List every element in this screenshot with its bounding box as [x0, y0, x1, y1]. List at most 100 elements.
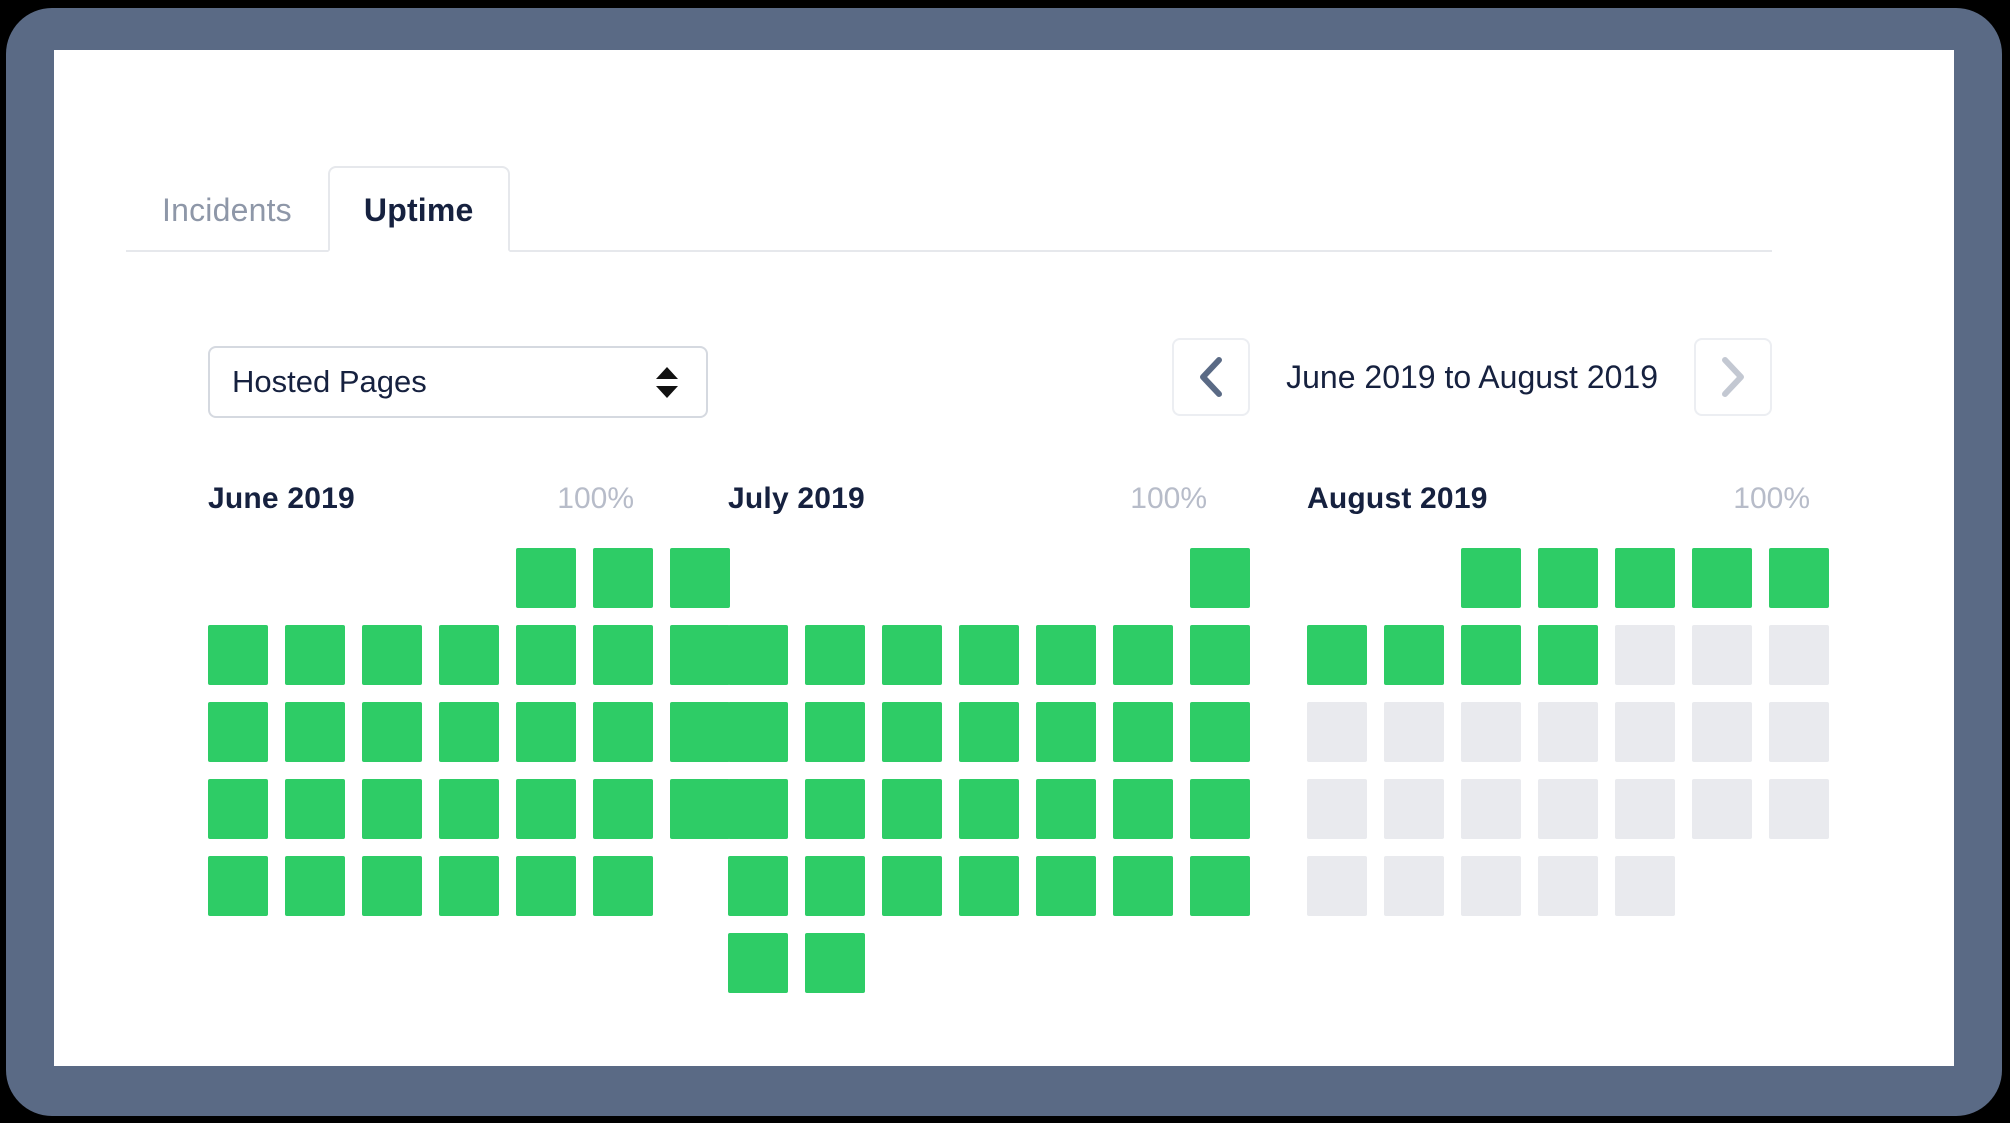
day-cell-up[interactable] — [1615, 548, 1675, 608]
day-cell-up[interactable] — [728, 856, 788, 916]
day-cell-up[interactable] — [805, 856, 865, 916]
day-cell-up[interactable] — [1692, 548, 1752, 608]
day-cell-up[interactable] — [439, 702, 499, 762]
day-cell-up[interactable] — [805, 779, 865, 839]
day-cell-up[interactable] — [208, 625, 268, 685]
day-cell-up[interactable] — [1113, 625, 1173, 685]
day-cell-up[interactable] — [439, 625, 499, 685]
day-cell-up[interactable] — [1036, 702, 1096, 762]
day-cell-up[interactable] — [959, 856, 1019, 916]
day-cell-up[interactable] — [362, 625, 422, 685]
day-cell-up[interactable] — [593, 548, 653, 608]
day-cell-up[interactable] — [1036, 856, 1096, 916]
day-cell-up[interactable] — [1538, 548, 1598, 608]
day-cell-up[interactable] — [516, 779, 576, 839]
day-cell-up[interactable] — [1190, 548, 1250, 608]
day-cell-nodata[interactable] — [1769, 625, 1829, 685]
tab-incidents[interactable]: Incidents — [126, 166, 328, 250]
day-cell-up[interactable] — [728, 933, 788, 993]
day-cell-up[interactable] — [285, 856, 345, 916]
month-title: June 2019 — [208, 482, 355, 515]
day-cell-nodata[interactable] — [1538, 779, 1598, 839]
day-cell-nodata[interactable] — [1538, 702, 1598, 762]
day-cell-up[interactable] — [805, 933, 865, 993]
day-cell-up[interactable] — [285, 702, 345, 762]
day-cell-up[interactable] — [285, 779, 345, 839]
day-cell-nodata[interactable] — [1692, 702, 1752, 762]
day-cell-up[interactable] — [362, 779, 422, 839]
day-cell-up[interactable] — [882, 856, 942, 916]
day-cell-up[interactable] — [439, 856, 499, 916]
day-cell-up[interactable] — [1384, 625, 1444, 685]
month-column: June 2019 100% — [126, 482, 730, 993]
day-cell-nodata[interactable] — [1615, 625, 1675, 685]
tab-uptime[interactable]: Uptime — [327, 166, 510, 252]
day-cell-up[interactable] — [516, 625, 576, 685]
day-cell-nodata[interactable] — [1384, 779, 1444, 839]
day-cell-up[interactable] — [1538, 625, 1598, 685]
day-cell-up[interactable] — [959, 625, 1019, 685]
day-cell-up[interactable] — [516, 702, 576, 762]
day-cell-nodata[interactable] — [1307, 856, 1367, 916]
day-cell-up[interactable] — [1113, 856, 1173, 916]
day-cell-up[interactable] — [882, 779, 942, 839]
day-cell-up[interactable] — [1190, 625, 1250, 685]
prev-period-button[interactable] — [1172, 338, 1251, 416]
day-cell-up[interactable] — [362, 856, 422, 916]
day-cell-empty — [1113, 933, 1173, 993]
day-cell-up[interactable] — [728, 702, 788, 762]
day-cell-up[interactable] — [1190, 702, 1250, 762]
day-cell-up[interactable] — [1113, 702, 1173, 762]
device-bezel: Incidents Uptime Hosted Pages June 2019 … — [6, 8, 2002, 1116]
day-cell-up[interactable] — [593, 856, 653, 916]
day-cell-nodata[interactable] — [1307, 779, 1367, 839]
day-cell-up[interactable] — [728, 625, 788, 685]
day-cell-up[interactable] — [208, 702, 268, 762]
day-cell-up[interactable] — [285, 625, 345, 685]
day-cell-empty — [1113, 548, 1173, 608]
day-cell-up[interactable] — [208, 856, 268, 916]
day-cell-up[interactable] — [1769, 548, 1829, 608]
day-cell-up[interactable] — [362, 702, 422, 762]
triangle-up-icon — [656, 366, 678, 379]
day-cell-up[interactable] — [882, 625, 942, 685]
day-cell-up[interactable] — [1036, 779, 1096, 839]
day-cell-nodata[interactable] — [1538, 856, 1598, 916]
day-cell-up[interactable] — [959, 779, 1019, 839]
day-cell-nodata[interactable] — [1384, 702, 1444, 762]
day-cell-up[interactable] — [516, 856, 576, 916]
day-cell-up[interactable] — [593, 779, 653, 839]
day-cell-up[interactable] — [439, 779, 499, 839]
day-cell-up[interactable] — [1307, 625, 1367, 685]
day-cell-up[interactable] — [593, 625, 653, 685]
day-cell-up[interactable] — [1113, 779, 1173, 839]
day-cell-nodata[interactable] — [1615, 779, 1675, 839]
day-cell-nodata[interactable] — [1692, 625, 1752, 685]
day-cell-nodata[interactable] — [1769, 702, 1829, 762]
day-cell-nodata[interactable] — [1461, 702, 1521, 762]
day-cell-up[interactable] — [516, 548, 576, 608]
day-cell-up[interactable] — [593, 702, 653, 762]
day-cell-nodata[interactable] — [1307, 702, 1367, 762]
component-select[interactable]: Hosted Pages — [208, 346, 708, 418]
day-cell-up[interactable] — [1190, 856, 1250, 916]
day-cell-up[interactable] — [728, 779, 788, 839]
day-cell-up[interactable] — [1461, 548, 1521, 608]
day-cell-up[interactable] — [805, 702, 865, 762]
day-cell-nodata[interactable] — [1769, 779, 1829, 839]
day-cell-up[interactable] — [208, 779, 268, 839]
day-cell-nodata[interactable] — [1384, 856, 1444, 916]
day-cell-nodata[interactable] — [1461, 779, 1521, 839]
day-cell-up[interactable] — [1461, 625, 1521, 685]
day-cell-nodata[interactable] — [1615, 702, 1675, 762]
day-cell-up[interactable] — [805, 625, 865, 685]
day-cell-nodata[interactable] — [1692, 779, 1752, 839]
next-period-button[interactable] — [1694, 338, 1772, 416]
day-cell-up[interactable] — [959, 702, 1019, 762]
day-cell-up[interactable] — [1036, 625, 1096, 685]
day-cell-empty — [1190, 933, 1250, 993]
day-cell-up[interactable] — [882, 702, 942, 762]
day-cell-nodata[interactable] — [1615, 856, 1675, 916]
day-cell-up[interactable] — [1190, 779, 1250, 839]
day-cell-nodata[interactable] — [1461, 856, 1521, 916]
